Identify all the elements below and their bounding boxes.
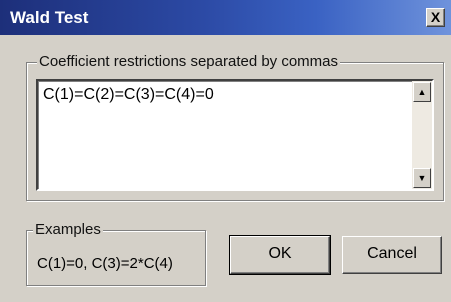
scroll-up-button[interactable]: ▲ [413, 82, 431, 102]
ok-button[interactable]: OK [229, 235, 331, 275]
restrictions-input[interactable]: C(1)=C(2)=C(3)=C(4)=0 ▲ ▼ [36, 79, 434, 191]
arrow-up-icon: ▲ [417, 87, 427, 97]
close-icon: X [430, 9, 441, 25]
restrictions-value: C(1)=C(2)=C(3)=C(4)=0 [43, 86, 214, 103]
examples-group-label: Examples [33, 221, 103, 238]
cancel-button[interactable]: Cancel [342, 236, 442, 274]
arrow-down-icon: ▼ [417, 173, 427, 183]
examples-text: C(1)=0, C(3)=2*C(4) [37, 255, 173, 272]
dialog-title: Wald Test [10, 8, 89, 27]
wald-test-dialog: Wald Test X Coefficient restrictions sep… [0, 0, 451, 302]
close-button[interactable]: X [426, 8, 445, 27]
restrictions-group-label: Coefficient restrictions separated by co… [37, 53, 341, 70]
scroll-down-button[interactable]: ▼ [413, 168, 431, 188]
vertical-scrollbar[interactable]: ▲ ▼ [412, 81, 432, 189]
examples-group: Examples C(1)=0, C(3)=2*C(4) [26, 221, 206, 286]
title-bar[interactable]: Wald Test X [0, 0, 451, 35]
